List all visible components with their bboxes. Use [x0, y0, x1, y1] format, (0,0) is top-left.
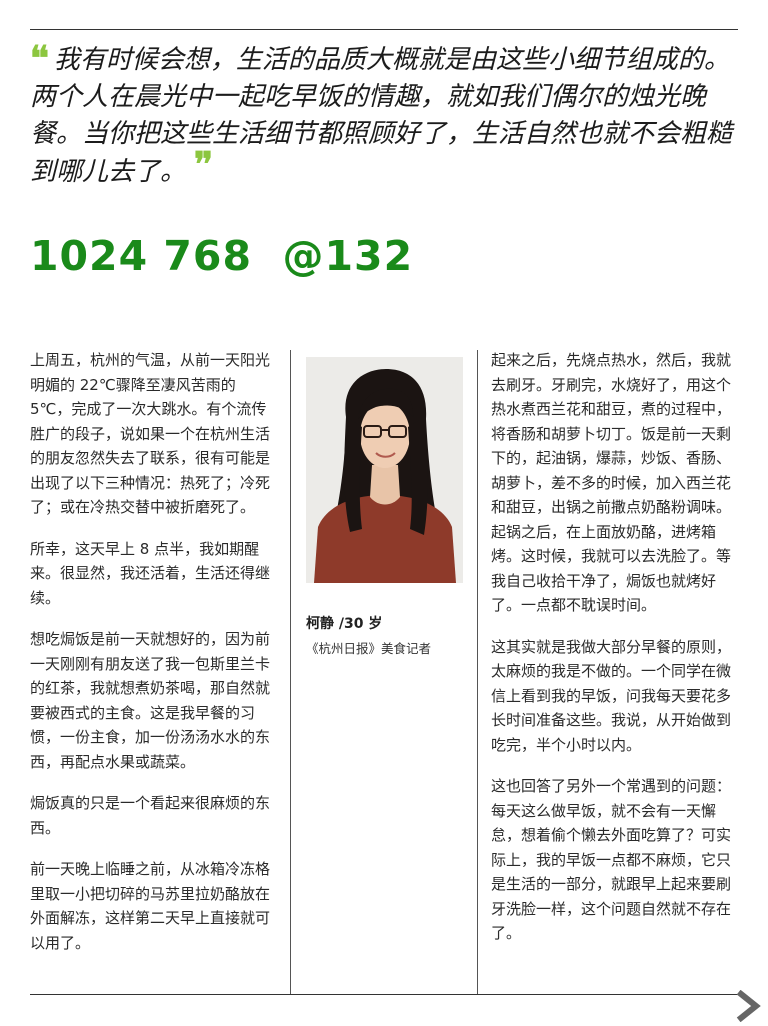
left-column: 上周五，杭州的气温，从前一天阳光明媚的 22℃骤降至凄风苦雨的 5℃，完成了一次…	[30, 348, 280, 972]
chevron-right-icon[interactable]	[736, 989, 762, 1023]
paragraph: 这其实就是我做大部分早餐的原则，太麻烦的我是不做的。一个同学在微信上看到我的早饭…	[491, 637, 732, 754]
paragraph: 起来之后，先烧点热水，然后，我就去刷牙。牙刷完，水烧好了，用这个热水煮西兰花和甜…	[491, 351, 732, 614]
pull-quote-text: 我有时候会想，生活的品质大概就是由这些小细节组成的。两个人在晨光中一起吃早饭的情…	[30, 45, 733, 187]
paragraph: 上周五，杭州的气温，从前一天阳光明媚的 22℃骤降至凄风苦雨的 5℃，完成了一次…	[30, 351, 271, 516]
top-divider	[30, 29, 738, 30]
author-portrait-image	[306, 357, 463, 583]
author-photo	[306, 357, 463, 583]
pull-quote-text-block: ❛❛ 我有时候会想，生活的品质大概就是由这些小细节组成的。两个人在晨光中一起吃早饭…	[30, 42, 745, 191]
headline: 1024 768 @132	[30, 232, 414, 280]
open-quote-icon: ❛❛	[30, 39, 49, 79]
author-name: 柯静 /30 岁	[306, 616, 383, 632]
paragraph: 想吃焗饭是前一天就想好的，因为前一天刚刚有朋友送了我一包斯里兰卡的红茶，我就想煮…	[30, 630, 271, 771]
paragraph: 所幸，这天早上 8 点半，我如期醒来。很显然，我还活着，生活还得继续。	[30, 539, 271, 607]
bottom-divider	[30, 994, 738, 995]
paragraph: 这也回答了另外一个常遇到的问题：每天这么做早饭，就不会有一天懈怠，想着偷个懒去外…	[491, 777, 732, 942]
paragraph: 前一天晚上临睡之前，从冰箱冷冻格里取一小把切碎的马苏里拉奶酪放在外面解冻，这样第…	[30, 860, 271, 952]
pull-quote: ❛❛ 我有时候会想，生活的品质大概就是由这些小细节组成的。两个人在晨光中一起吃早饭…	[30, 42, 745, 191]
paragraph: 焗饭真的只是一个看起来很麻烦的东西。	[30, 794, 271, 837]
right-column: 起来之后，先烧点热水，然后，我就去刷牙。牙刷完，水烧好了，用这个热水煮西兰花和甜…	[491, 348, 739, 963]
author-role: 《杭州日报》美食记者	[306, 641, 432, 656]
close-quote-icon: ❜❜	[194, 145, 213, 185]
column-divider	[477, 350, 478, 995]
column-divider	[290, 350, 291, 995]
